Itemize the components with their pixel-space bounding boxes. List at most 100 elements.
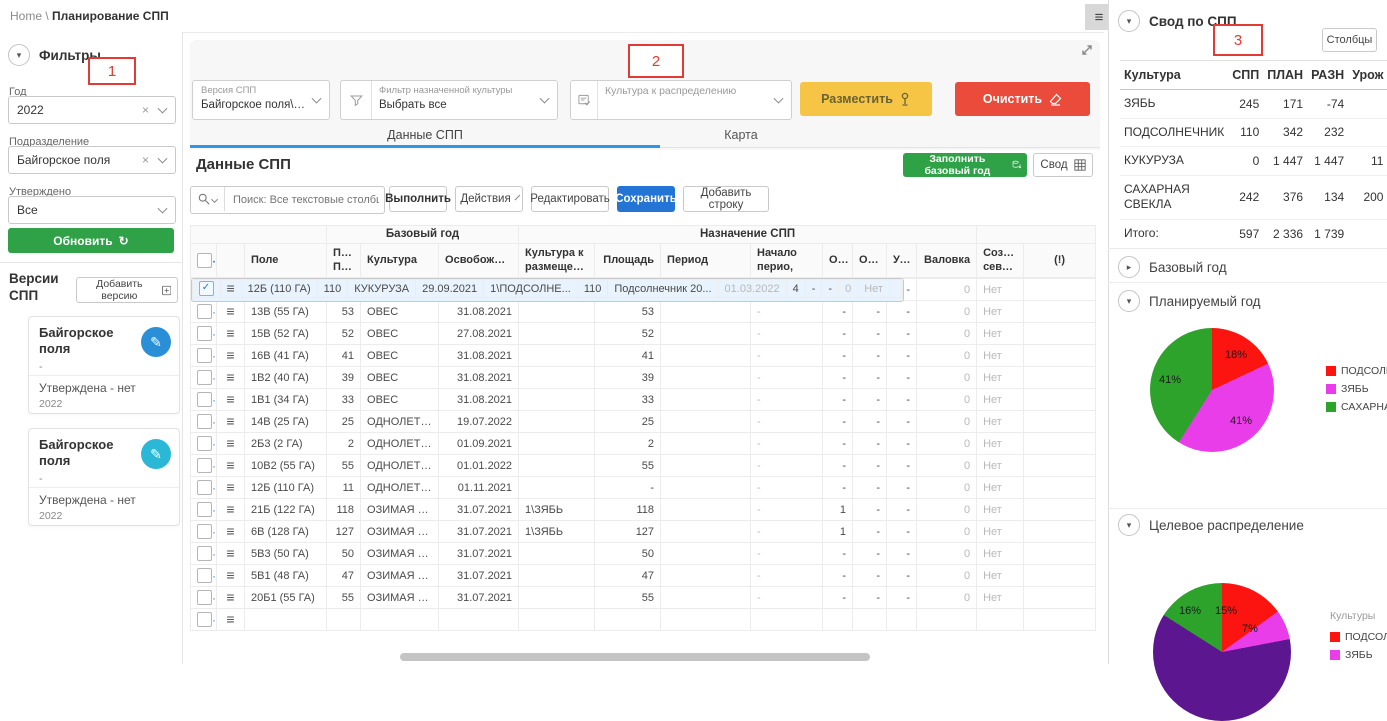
clear-value-icon[interactable]: ×: [142, 103, 149, 117]
collapse-icon[interactable]: ▾: [1118, 10, 1140, 32]
table-row[interactable]: ≡1В1 (34 ГА)33ОВЕС31.08.202133----0Нет: [191, 389, 1096, 411]
collapse-icon[interactable]: ▾: [1118, 290, 1140, 312]
table-row[interactable]: ≡6В (128 ГА)127ОЗИМАЯ ПШЕ...31.07.20211\…: [191, 521, 1096, 543]
row-menu-icon[interactable]: ≡: [226, 413, 234, 429]
table-row[interactable]: ≡2Б3 (2 ГА)2ОДНОЛЕТНИЕ ...01.09.20212---…: [191, 433, 1096, 455]
tab-karta[interactable]: Карта: [660, 128, 822, 142]
place-button[interactable]: Разместить: [800, 82, 932, 116]
col-ogran[interactable]: Огран: [853, 244, 887, 278]
collapse-icon[interactable]: ▸: [1118, 256, 1140, 278]
target-section-header[interactable]: ▾ Целевое распределение: [1118, 514, 1304, 536]
col-start[interactable]: Начало перио,: [751, 244, 823, 278]
row-menu-icon[interactable]: ≡: [226, 611, 234, 627]
search-input[interactable]: [231, 188, 381, 212]
table-row[interactable]: ✓≡12Б (110 ГА)110КУКУРУЗА29.09.20211\ПОД…: [191, 278, 904, 302]
row-checkbox[interactable]: [197, 326, 212, 341]
clear-value-icon[interactable]: ×: [142, 153, 149, 167]
refresh-button[interactable]: Обновить↻: [8, 228, 174, 253]
clear-button[interactable]: Очистить: [955, 82, 1090, 116]
run-button[interactable]: Выполнить: [389, 186, 447, 212]
col-urozh[interactable]: Урожа: [887, 244, 917, 278]
table-row[interactable]: ≡14В (25 ГА)25ОДНОЛЕТНИЕ ...19.07.202225…: [191, 411, 1096, 433]
year-select[interactable]: 2022 ×: [8, 96, 176, 124]
col-area[interactable]: Площадь: [595, 244, 661, 278]
row-menu-icon[interactable]: ≡: [226, 523, 234, 539]
sum-col-culture[interactable]: Культура: [1120, 61, 1228, 90]
sum-col-plan[interactable]: ПЛАН: [1263, 61, 1307, 90]
row-checkbox[interactable]: [197, 612, 212, 627]
row-menu-icon[interactable]: ≡: [226, 567, 234, 583]
edit-button[interactable]: Редактировать: [531, 186, 609, 212]
row-checkbox[interactable]: [197, 590, 212, 605]
edit-pencil-icon[interactable]: ✎: [141, 327, 171, 357]
col-placement[interactable]: Культура к размещению: [519, 244, 595, 278]
sum-col-razn[interactable]: РАЗН: [1307, 61, 1348, 90]
fill-base-year-button[interactable]: Заполнить базовый год: [903, 153, 1027, 177]
columns-button[interactable]: Столбцы: [1322, 28, 1377, 52]
row-checkbox[interactable]: [197, 392, 212, 407]
row-menu-icon[interactable]: ≡: [226, 479, 234, 495]
row-menu-icon[interactable]: ≡: [226, 545, 234, 561]
row-checkbox[interactable]: [197, 414, 212, 429]
save-button[interactable]: Сохранить: [617, 186, 675, 212]
svod-button[interactable]: Свод: [1033, 153, 1093, 177]
collapse-icon[interactable]: ▾: [1118, 514, 1140, 536]
approved-select[interactable]: Все: [8, 196, 176, 224]
sum-col-spp[interactable]: СПП: [1228, 61, 1263, 90]
row-menu-icon[interactable]: ≡: [226, 303, 234, 319]
base-year-section-header[interactable]: ▸ Базовый год: [1118, 256, 1227, 278]
row-checkbox[interactable]: [197, 502, 212, 517]
search-mode-button[interactable]: [191, 187, 225, 211]
row-checkbox[interactable]: [197, 546, 212, 561]
assigned-culture-filter[interactable]: Фильтр назначенной культуры Выбрать все: [340, 80, 558, 120]
col-period[interactable]: Период: [661, 244, 751, 278]
table-row[interactable]: ≡15В (52 ГА)52ОВЕС27.08.202152----0Нет: [191, 323, 1096, 345]
row-checkbox[interactable]: [197, 348, 212, 363]
row-checkbox[interactable]: [197, 436, 212, 451]
row-menu-icon[interactable]: ≡: [226, 369, 234, 385]
version-card[interactable]: Байгорское поля ✎ - Утверждена - нет 202…: [28, 316, 180, 414]
col-created[interactable]: Создан севообор: [977, 244, 1024, 278]
col-prev-area[interactable]: Пред Площ,: [327, 244, 361, 278]
row-checkbox[interactable]: [197, 370, 212, 385]
actions-button[interactable]: Действия: [455, 186, 523, 212]
col-field[interactable]: Поле: [245, 244, 327, 278]
filters-section-header[interactable]: ▾ Фильтры: [8, 44, 101, 66]
row-menu-icon[interactable]: ≡: [226, 457, 234, 473]
row-checkbox[interactable]: [197, 568, 212, 583]
division-select[interactable]: Байгорское поля ×: [8, 146, 176, 174]
col-warn[interactable]: (!): [1024, 244, 1096, 278]
row-checkbox[interactable]: [197, 524, 212, 539]
table-row[interactable]: ≡12Б (110 ГА)11ОДНОЛЕТНИЕ ...01.11.2021-…: [191, 477, 1096, 499]
row-checkbox[interactable]: [197, 480, 212, 495]
col-optim[interactable]: Оптим: [823, 244, 853, 278]
edit-pencil-icon[interactable]: ✎: [141, 439, 171, 469]
add-row-button[interactable]: Добавить строку: [683, 186, 769, 212]
culture-distribution-combo[interactable]: Культура к распределению: [570, 80, 792, 120]
tab-dannye-spp[interactable]: Данные СПП: [190, 128, 660, 142]
row-menu-icon[interactable]: ≡: [226, 589, 234, 605]
row-checkbox[interactable]: [197, 304, 212, 319]
version-select[interactable]: Версия СПП Байгорское поля\2022\1: [192, 80, 330, 120]
table-row[interactable]: ≡5В3 (50 ГА)50ОЗИМАЯ ПШЕ...31.07.202150-…: [191, 543, 1096, 565]
row-menu-icon[interactable]: ≡: [226, 391, 234, 407]
row-menu-icon[interactable]: ≡: [226, 325, 234, 341]
col-valovka[interactable]: Валовка: [917, 244, 977, 278]
planned-year-section-header[interactable]: ▾ Планируемый год: [1118, 290, 1261, 312]
table-row[interactable]: ≡13В (55 ГА)53ОВЕС31.08.202153----0Нет: [191, 301, 1096, 323]
row-menu-icon[interactable]: ≡: [226, 347, 234, 363]
table-row[interactable]: ≡21Б (122 ГА)118ОЗИМАЯ ПШЕ...31.07.20211…: [191, 499, 1096, 521]
col-culture[interactable]: Культура: [361, 244, 439, 278]
add-version-button[interactable]: Добавить версию: [76, 277, 178, 303]
table-row[interactable]: ≡20Б1 (55 ГА)55ОЗИМАЯ ПШЕ...31.07.202155…: [191, 587, 1096, 609]
row-checkbox[interactable]: ✓: [199, 281, 214, 296]
horizontal-scrollbar[interactable]: [400, 653, 870, 661]
row-menu-icon[interactable]: ≡: [226, 501, 234, 517]
row-menu-icon[interactable]: ≡: [227, 280, 235, 296]
collapse-icon[interactable]: ▾: [8, 44, 30, 66]
breadcrumb-home[interactable]: Home: [10, 9, 42, 23]
expand-icon[interactable]: [1080, 43, 1094, 57]
table-row[interactable]: ≡16В (41 ГА)41ОВЕС31.08.202141----0Нет: [191, 345, 1096, 367]
version-card[interactable]: Байгорское поля ✎ - Утверждена - нет 202…: [28, 428, 180, 526]
sum-col-urozh[interactable]: Урож: [1348, 61, 1387, 90]
